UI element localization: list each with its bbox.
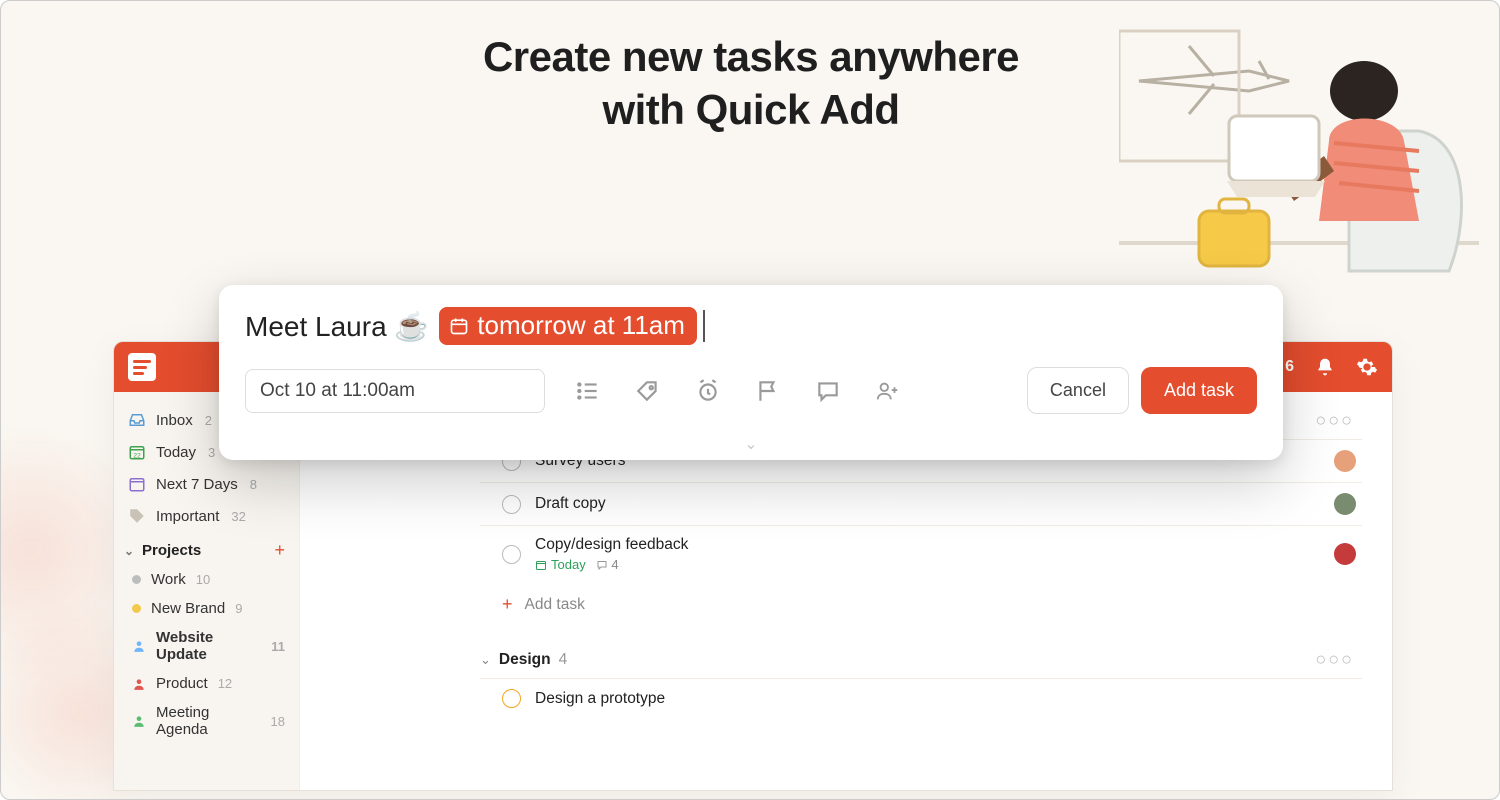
task-row[interactable]: Design a prototype — [480, 678, 1362, 718]
plus-icon: + — [502, 594, 513, 615]
calendar-today-icon: 22 — [128, 443, 146, 461]
sidebar-item-label: Product — [156, 675, 208, 692]
reminder-icon[interactable] — [695, 378, 721, 404]
chevron-down-icon: ⌄ — [480, 652, 491, 668]
task-section-header[interactable]: ⌄ Design 4 ○○○ — [480, 641, 1362, 678]
calendar-week-icon — [128, 475, 146, 493]
text-cursor — [703, 310, 705, 342]
flag-icon[interactable] — [755, 378, 781, 404]
sidebar-item-count: 18 — [271, 714, 285, 729]
section-menu-icon[interactable]: ○○○ — [1315, 410, 1362, 431]
sidebar-project-item[interactable]: Meeting Agenda 18 — [114, 698, 299, 744]
task-title: Design a prototype — [535, 690, 1356, 708]
sidebar-item-count: 9 — [235, 601, 242, 616]
hero-illustration — [1119, 21, 1479, 281]
add-project-button[interactable]: + — [274, 540, 285, 561]
sidebar-item-label: Important — [156, 508, 219, 525]
section-name: Design — [499, 651, 551, 669]
app-logo[interactable] — [128, 353, 156, 381]
task-title: Copy/design feedbackToday 4 — [535, 536, 1320, 572]
task-checkbox[interactable] — [502, 689, 521, 708]
assignee-avatar[interactable] — [1334, 450, 1356, 472]
comment-icon[interactable] — [815, 378, 841, 404]
sidebar-item-count: 3 — [208, 445, 215, 460]
person-icon — [132, 714, 146, 728]
project-dot-icon — [132, 604, 141, 613]
task-comment-count: 4 — [596, 557, 619, 572]
add-task-button[interactable]: Add task — [1141, 367, 1257, 414]
person-icon — [132, 639, 146, 653]
task-checkbox[interactable] — [502, 495, 521, 514]
sidebar-item-count: 2 — [205, 413, 212, 428]
bell-icon[interactable] — [1314, 356, 1336, 378]
svg-text:22: 22 — [133, 452, 141, 459]
sidebar-project-item[interactable]: Product 12 — [114, 669, 299, 698]
sidebar-item-label: Today — [156, 444, 196, 461]
sidebar-project-item[interactable]: New Brand 9 — [114, 594, 299, 623]
sidebar-item-label: New Brand — [151, 600, 225, 617]
quick-add-date-field[interactable]: Oct 10 at 11:00am — [245, 369, 545, 413]
sidebar-item-count: 12 — [218, 676, 232, 691]
assignee-avatar[interactable] — [1334, 493, 1356, 515]
sidebar-item-label: Next 7 Days — [156, 476, 238, 493]
sidebar-item-label: Inbox — [156, 412, 193, 429]
calendar-icon — [449, 316, 469, 336]
sidebar-item-count: 8 — [250, 477, 257, 492]
project-dot-icon — [132, 575, 141, 584]
task-row[interactable]: Draft copy — [480, 482, 1362, 525]
label-icon[interactable] — [635, 378, 661, 404]
list-icon[interactable] — [575, 378, 601, 404]
assignee-avatar[interactable] — [1334, 543, 1356, 565]
sidebar-project-item[interactable]: Work 10 — [114, 565, 299, 594]
sidebar-item-important[interactable]: Important 32 — [114, 500, 299, 532]
section-menu-icon[interactable]: ○○○ — [1315, 649, 1362, 670]
chevron-down-icon: ⌄ — [124, 544, 138, 558]
sidebar-item-count: 10 — [196, 572, 210, 587]
quick-add-text: Meet Laura ☕ — [245, 310, 429, 343]
add-task-label: Add task — [525, 596, 585, 614]
sidebar-item-count: 11 — [271, 639, 285, 654]
expand-handle-icon[interactable]: ⌄ — [744, 434, 757, 454]
person-icon — [132, 677, 146, 691]
tag-icon — [128, 507, 146, 525]
gear-icon[interactable] — [1356, 356, 1378, 378]
sidebar-section-label: Projects — [142, 542, 201, 559]
inbox-icon — [128, 411, 146, 429]
sidebar-item-next7[interactable]: Next 7 Days 8 — [114, 468, 299, 500]
sidebar-item-label: Meeting Agenda — [156, 704, 261, 738]
section-count: 4 — [559, 651, 568, 669]
task-checkbox[interactable] — [502, 545, 521, 564]
sidebar-projects-header[interactable]: ⌄ Projects + — [114, 532, 299, 565]
quick-add-input[interactable]: Meet Laura ☕ tomorrow at 11am — [245, 307, 1257, 345]
sidebar-project-item[interactable]: Website Update 11 — [114, 623, 299, 669]
assign-icon[interactable] — [875, 378, 901, 404]
task-due-today: Today — [535, 557, 586, 572]
sidebar-item-count: 32 — [231, 509, 245, 524]
topbar-counter[interactable]: 6 — [1285, 358, 1294, 376]
sidebar-item-label: Website Update — [156, 629, 261, 663]
quick-add-card: Meet Laura ☕ tomorrow at 11am Oct 10 at … — [219, 285, 1283, 460]
sidebar-item-label: Work — [151, 571, 186, 588]
cancel-button[interactable]: Cancel — [1027, 367, 1129, 414]
task-row[interactable]: Copy/design feedbackToday 4 — [480, 525, 1362, 582]
add-task-inline[interactable]: + Add task — [480, 582, 1362, 627]
task-title: Draft copy — [535, 495, 1320, 513]
quick-add-date-chip[interactable]: tomorrow at 11am — [439, 307, 697, 345]
